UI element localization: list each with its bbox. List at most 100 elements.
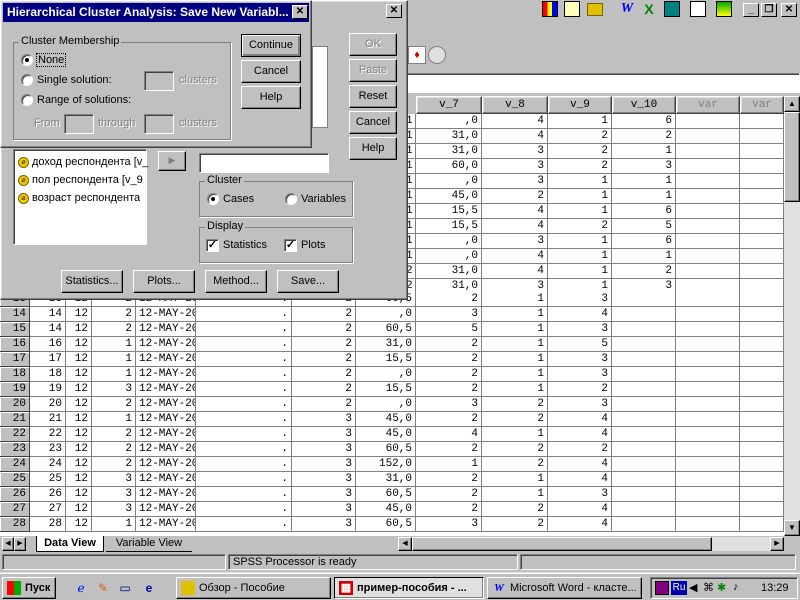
table-cell[interactable]: 1 [482, 352, 548, 367]
table-cell[interactable] [740, 129, 784, 144]
table-cell[interactable]: 3 [416, 397, 482, 412]
move-variable-arrow-button[interactable]: ▶ [158, 151, 186, 171]
from-field[interactable] [64, 114, 94, 134]
table-cell[interactable]: ,0 [416, 114, 482, 129]
table-cell[interactable] [676, 457, 740, 472]
table-cell[interactable]: 3 [416, 517, 482, 532]
column-header-v7[interactable]: v_7 [416, 96, 482, 114]
table-cell[interactable]: 60,5 [356, 487, 416, 502]
minimize-button[interactable]: _ [743, 3, 759, 17]
variable-list[interactable]: ⌀ доход респондента [v_ ⌀ пол респондента … [13, 149, 148, 245]
table-cell[interactable]: 3 [292, 502, 356, 517]
table-cell[interactable]: . [196, 367, 292, 382]
through-field[interactable] [144, 114, 174, 134]
horizontal-scrollbar[interactable]: ◀ ▶ [398, 537, 784, 551]
table-cell[interactable]: 6 [612, 234, 676, 249]
speaker-icon[interactable]: ◀ [689, 581, 697, 594]
table-cell[interactable]: 3 [548, 352, 612, 367]
table-cell[interactable] [740, 397, 784, 412]
eye-icon[interactable] [428, 46, 446, 64]
scale-icon[interactable]: ♦ [408, 46, 426, 64]
table-cell[interactable]: 15,5 [416, 204, 482, 219]
table-cell[interactable] [740, 114, 784, 129]
table-cell[interactable] [740, 219, 784, 234]
row-number[interactable]: 23 [0, 442, 30, 457]
table-cell[interactable] [676, 307, 740, 322]
save-help-button[interactable]: Help [241, 86, 301, 109]
explorer-icon[interactable]: e [140, 579, 158, 597]
table-cell[interactable]: 3 [482, 144, 548, 159]
table-cell[interactable] [676, 129, 740, 144]
table-cell[interactable] [740, 442, 784, 457]
main-help-button[interactable]: Help [349, 137, 397, 160]
table-cell[interactable]: 12-MAY-2008 [136, 352, 196, 367]
table-cell[interactable]: 12-MAY-2008 [136, 337, 196, 352]
table-cell[interactable]: 26 [30, 487, 66, 502]
table-cell[interactable]: 12-MAY-2008 [136, 427, 196, 442]
cases-radio[interactable] [207, 193, 219, 205]
list-item[interactable]: ⌀ доход респондента [v_ [18, 156, 148, 168]
table-cell[interactable]: 2 [548, 382, 612, 397]
table-cell[interactable]: 1 [548, 264, 612, 279]
table-cell[interactable]: 3 [292, 517, 356, 532]
table-cell[interactable]: 60,5 [356, 442, 416, 457]
table-cell[interactable]: 12-MAY-2008 [136, 517, 196, 532]
row-number[interactable]: 24 [0, 457, 30, 472]
none-radio[interactable] [21, 54, 33, 66]
table-cell[interactable]: 3 [548, 487, 612, 502]
table-cell[interactable]: . [196, 382, 292, 397]
table-cell[interactable]: 2 [416, 487, 482, 502]
table-cell[interactable]: 2 [416, 412, 482, 427]
table-cell[interactable]: 12 [66, 442, 92, 457]
restore-button[interactable]: ❐ [761, 3, 777, 17]
table-cell[interactable]: 1 [482, 292, 548, 307]
table-cell[interactable]: 12 [66, 502, 92, 517]
table-cell[interactable] [612, 352, 676, 367]
label-cases-field[interactable] [199, 153, 329, 173]
table-cell[interactable]: 1 [612, 249, 676, 264]
table-cell[interactable]: 1 [548, 174, 612, 189]
ie-icon[interactable]: ℯ [72, 579, 90, 597]
table-cell[interactable]: 31,0 [416, 264, 482, 279]
table-cell[interactable]: 3 [292, 472, 356, 487]
table-cell[interactable]: 3 [548, 367, 612, 382]
table-cell[interactable]: 12-MAY-2008 [136, 487, 196, 502]
table-cell[interactable] [740, 159, 784, 174]
table-cell[interactable]: 1 [612, 144, 676, 159]
table-cell[interactable] [740, 382, 784, 397]
table-cell[interactable] [676, 174, 740, 189]
table-cell[interactable]: 3 [482, 174, 548, 189]
save-dialog-close-button[interactable]: ✕ [292, 5, 308, 19]
table-cell[interactable]: 3 [416, 307, 482, 322]
table-cell[interactable]: 1 [548, 234, 612, 249]
table-cell[interactable] [612, 382, 676, 397]
row-number[interactable]: 15 [0, 322, 30, 337]
table-cell[interactable] [612, 502, 676, 517]
table-cell[interactable] [676, 502, 740, 517]
table-cell[interactable]: 2 [292, 322, 356, 337]
table-cell[interactable] [676, 427, 740, 442]
method-button[interactable]: Method... [205, 270, 267, 293]
table-cell[interactable]: ,0 [416, 249, 482, 264]
table-cell[interactable] [676, 487, 740, 502]
table-cell[interactable] [676, 204, 740, 219]
table-cell[interactable]: 1 [548, 114, 612, 129]
table-cell[interactable]: 31,0 [416, 144, 482, 159]
table-cell[interactable]: . [196, 457, 292, 472]
table-cell[interactable]: 2 [416, 352, 482, 367]
table-cell[interactable]: 4 [416, 427, 482, 442]
row-number[interactable]: 16 [0, 337, 30, 352]
table-cell[interactable] [676, 234, 740, 249]
close-button[interactable]: ✕ [781, 3, 797, 17]
column-header-v9[interactable]: v_9 [548, 96, 612, 114]
table-cell[interactable]: 24 [30, 457, 66, 472]
table-cell[interactable]: 1 [612, 189, 676, 204]
scroll-down-button[interactable]: ▼ [784, 520, 800, 536]
table-cell[interactable]: 31,0 [416, 129, 482, 144]
table-cell[interactable]: . [196, 307, 292, 322]
table-cell[interactable]: 2 [416, 337, 482, 352]
table-cell[interactable]: 2 [92, 427, 136, 442]
table-cell[interactable]: 3 [482, 234, 548, 249]
table-cell[interactable]: 15,5 [356, 382, 416, 397]
column-header-var2[interactable]: var [740, 96, 784, 114]
